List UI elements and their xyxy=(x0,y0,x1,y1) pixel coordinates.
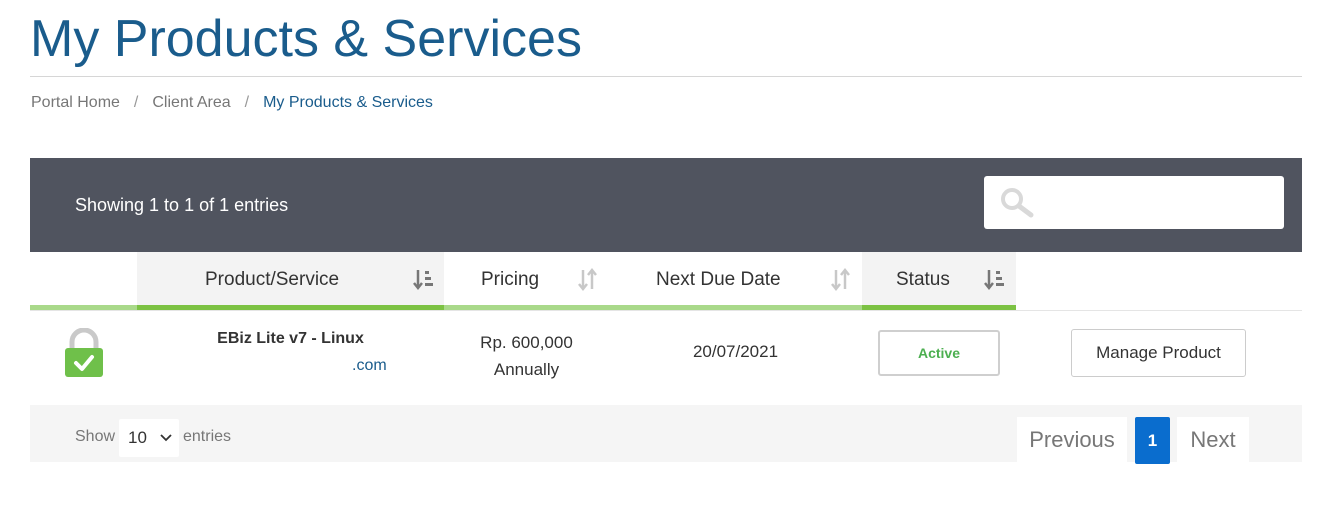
column-header-pricing[interactable]: Pricing xyxy=(444,252,609,310)
product-domain-link[interactable]: .com xyxy=(352,357,387,375)
price-amount: Rp. 600,000 xyxy=(480,333,573,352)
column-label: Next Due Date xyxy=(656,269,781,290)
search-input[interactable] xyxy=(1040,184,1274,222)
chevron-down-icon xyxy=(160,434,172,442)
row-divider xyxy=(30,310,1302,311)
product-pricing: Rp. 600,000 Annually xyxy=(444,329,609,383)
sort-arrows-icon xyxy=(831,267,850,292)
column-header-product[interactable]: Product/Service xyxy=(137,252,444,310)
title-divider xyxy=(30,76,1302,77)
entries-info: Showing 1 to 1 of 1 entries xyxy=(75,195,289,215)
search-icon xyxy=(1001,188,1034,218)
breadcrumb-portal-home[interactable]: Portal Home xyxy=(31,92,120,114)
breadcrumb: Portal Home / Client Area / My Products … xyxy=(31,92,433,114)
breadcrumb-separator: / xyxy=(244,94,250,111)
column-label: Pricing xyxy=(481,269,540,290)
pagination-previous[interactable]: Previous xyxy=(1017,417,1127,463)
breadcrumb-client-area[interactable]: Client Area xyxy=(152,92,230,114)
entries-label: entries xyxy=(183,428,232,445)
next-due-date: 20/07/2021 xyxy=(692,342,779,361)
search-box[interactable] xyxy=(984,176,1284,229)
pagination-next[interactable]: Next xyxy=(1177,417,1249,463)
breadcrumb-current: My Products & Services xyxy=(263,94,433,111)
sort-arrows-icon xyxy=(578,267,597,292)
manage-product-button[interactable]: Manage Product xyxy=(1071,329,1246,377)
product-name: EBiz Lite v7 - Linux xyxy=(217,330,364,347)
show-label: Show xyxy=(75,428,116,445)
breadcrumb-separator: / xyxy=(133,94,139,111)
padlock-check-icon xyxy=(65,328,103,377)
sort-amount-down-icon xyxy=(413,270,433,291)
pagination-page-1[interactable]: 1 xyxy=(1135,417,1170,464)
column-header-icon xyxy=(30,252,137,310)
page-length-value: 10 xyxy=(128,428,147,447)
table-toolbar: Showing 1 to 1 of 1 entries xyxy=(30,158,1302,252)
status-badge: Active xyxy=(878,330,1000,376)
page-title: My Products & Services xyxy=(30,10,582,68)
column-label: Product/Service xyxy=(205,269,340,290)
page-length-select[interactable]: 10 xyxy=(119,419,179,457)
column-header-status[interactable]: Status xyxy=(862,252,1016,310)
table-footer: Show 10 entries Previous 1 Next xyxy=(30,405,1302,464)
sort-amount-down-icon xyxy=(984,270,1004,291)
billing-cycle: Annually xyxy=(493,360,560,379)
column-header-next-due-date[interactable]: Next Due Date xyxy=(609,252,862,310)
column-label: Status xyxy=(896,269,950,290)
